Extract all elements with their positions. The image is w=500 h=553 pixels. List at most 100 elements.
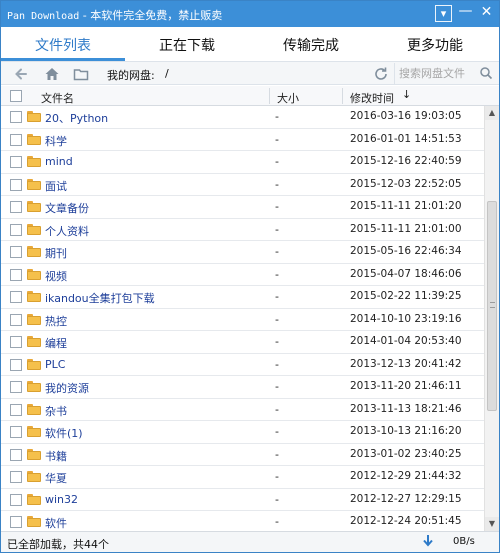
row-checkbox[interactable] (10, 156, 22, 168)
file-row[interactable]: PLC - 2013-12-13 20:41:42 (1, 354, 484, 376)
file-row[interactable]: 20、Python - 2016-03-16 19:03:05 (1, 106, 484, 129)
file-name-link[interactable]: 期刊 (45, 245, 67, 261)
file-modified-time: 2015-05-16 22:46:34 (350, 245, 462, 257)
column-divider[interactable] (269, 88, 270, 104)
row-checkbox[interactable] (10, 178, 22, 191)
column-header-name[interactable]: 文件名 (41, 90, 74, 106)
refresh-icon[interactable] (371, 64, 391, 84)
home-icon[interactable] (42, 64, 62, 84)
row-checkbox[interactable] (10, 426, 22, 438)
row-checkbox[interactable] (10, 268, 22, 281)
file-row[interactable]: 视频 - 2015-04-07 18:46:06 (1, 264, 484, 286)
scroll-up-arrow-icon[interactable]: ▲ (485, 106, 499, 120)
file-name-link[interactable]: PLC (45, 358, 65, 371)
file-name-link[interactable]: 华夏 (45, 470, 67, 486)
file-name-link[interactable]: 软件(1) (45, 425, 83, 441)
file-name-link[interactable]: 我的资源 (45, 380, 89, 396)
row-checkbox[interactable] (10, 448, 22, 461)
file-name-link[interactable]: 文章备份 (45, 200, 89, 216)
file-row[interactable]: 我的资源 - 2013-11-20 21:46:11 (1, 376, 484, 399)
file-name-link[interactable]: 杂书 (45, 403, 67, 419)
file-row[interactable]: 科学 - 2016-01-01 14:51:53 (1, 129, 484, 151)
tab-file-list[interactable]: 文件列表 (1, 27, 125, 61)
menu-dropdown-button[interactable]: ▾ (435, 5, 452, 22)
window-title-notice: - 本软件完全免费，禁止贩卖 (79, 9, 223, 22)
file-modified-time: 2015-04-07 18:46:06 (350, 267, 462, 280)
file-row[interactable]: 期刊 - 2015-05-16 22:46:34 (1, 241, 484, 264)
file-name-link[interactable]: mind (45, 155, 73, 168)
row-checkbox[interactable] (10, 313, 22, 326)
file-size: - (275, 470, 279, 483)
file-size: - (275, 110, 279, 123)
row-checkbox[interactable] (10, 246, 22, 258)
folder-icon (27, 178, 41, 190)
row-checkbox[interactable] (10, 493, 22, 506)
file-row[interactable]: 热控 - 2014-10-10 23:19:16 (1, 309, 484, 331)
file-modified-time: 2015-02-22 11:39:25 (350, 290, 462, 302)
file-name-link[interactable]: 书籍 (45, 448, 67, 464)
folder-icon (27, 358, 41, 370)
folder-icon (27, 381, 41, 392)
file-row[interactable]: 个人资料 - 2015-11-11 21:01:00 (1, 219, 484, 241)
row-checkbox[interactable] (10, 133, 22, 146)
path-value: / (165, 67, 169, 80)
tab-transfer-complete[interactable]: 传输完成 (249, 27, 373, 61)
file-name-link[interactable]: win32 (45, 493, 78, 506)
tab-more-features[interactable]: 更多功能 (373, 27, 497, 61)
status-bar: 已全部加载，共44个 0B/s (1, 531, 499, 552)
file-list-header: 文件名 大小 修改时间 ↓ (1, 86, 499, 106)
file-row[interactable]: mind - 2015-12-16 22:40:59 (1, 151, 484, 174)
vertical-scrollbar[interactable]: ▲ ▼ (484, 106, 499, 531)
column-header-modified-time[interactable]: 修改时间 (350, 90, 394, 106)
file-name-link[interactable]: 个人资料 (45, 223, 89, 239)
load-status-text: 已全部加载，共44个 (7, 538, 109, 551)
row-checkbox[interactable] (10, 291, 22, 303)
file-name-link[interactable]: 视频 (45, 268, 67, 284)
file-row[interactable]: 编程 - 2014-01-04 20:53:40 (1, 331, 484, 354)
grip-icon (490, 302, 495, 308)
search-input[interactable] (399, 65, 475, 81)
folder-icon (27, 448, 41, 460)
row-checkbox[interactable] (10, 223, 22, 236)
file-size: - (275, 380, 279, 393)
column-header-size[interactable]: 大小 (277, 90, 299, 106)
file-name-link[interactable]: 20、Python (45, 110, 108, 126)
row-checkbox[interactable] (10, 358, 22, 371)
row-checkbox[interactable] (10, 111, 22, 123)
file-row[interactable]: 华夏 - 2012-12-29 21:44:32 (1, 466, 484, 489)
file-row[interactable]: 面试 - 2015-12-03 22:52:05 (1, 174, 484, 196)
scrollbar-thumb[interactable] (487, 201, 497, 411)
file-row[interactable]: 软件(1) - 2013-10-13 21:16:20 (1, 421, 484, 444)
tab-downloading[interactable]: 正在下载 (125, 27, 249, 61)
close-button[interactable]: ✕ (478, 5, 495, 22)
file-row[interactable]: 文章备份 - 2015-11-11 21:01:20 (1, 196, 484, 219)
file-name-link[interactable]: 编程 (45, 335, 67, 351)
file-row[interactable]: win32 - 2012-12-27 12:29:15 (1, 489, 484, 511)
search-icon[interactable] (477, 63, 495, 83)
row-checkbox[interactable] (10, 381, 22, 393)
file-name-link[interactable]: 面试 (45, 178, 67, 194)
select-all-checkbox[interactable] (10, 90, 22, 102)
file-name-link[interactable]: 科学 (45, 133, 67, 149)
file-modified-time: 2012-12-24 20:51:45 (350, 515, 462, 527)
file-row[interactable]: ikandou全集打包下载 - 2015-02-22 11:39:25 (1, 286, 484, 309)
row-checkbox[interactable] (10, 516, 22, 528)
title-bar[interactable]: Pan Download - 本软件完全免费，禁止贩卖 ▾ — ✕ (1, 1, 499, 27)
file-row[interactable]: 书籍 - 2013-01-02 23:40:25 (1, 444, 484, 466)
arrow-left-icon[interactable] (11, 64, 31, 84)
row-checkbox[interactable] (10, 201, 22, 213)
folder-icon[interactable] (71, 64, 91, 84)
minimize-button[interactable]: — (457, 4, 474, 22)
folder-icon (27, 268, 41, 280)
file-name-link[interactable]: ikandou全集打包下载 (45, 290, 155, 306)
file-row[interactable]: 杂书 - 2013-11-13 18:21:46 (1, 399, 484, 421)
row-checkbox[interactable] (10, 471, 22, 483)
file-row[interactable]: 软件 - 2012-12-24 20:51:45 (1, 511, 484, 531)
scroll-down-arrow-icon[interactable]: ▼ (485, 517, 499, 531)
column-divider[interactable] (342, 88, 343, 104)
row-checkbox[interactable] (10, 403, 22, 416)
download-speed: 0B/s (453, 536, 475, 547)
row-checkbox[interactable] (10, 336, 22, 348)
file-name-link[interactable]: 热控 (45, 313, 67, 329)
file-name-link[interactable]: 软件 (45, 515, 67, 531)
